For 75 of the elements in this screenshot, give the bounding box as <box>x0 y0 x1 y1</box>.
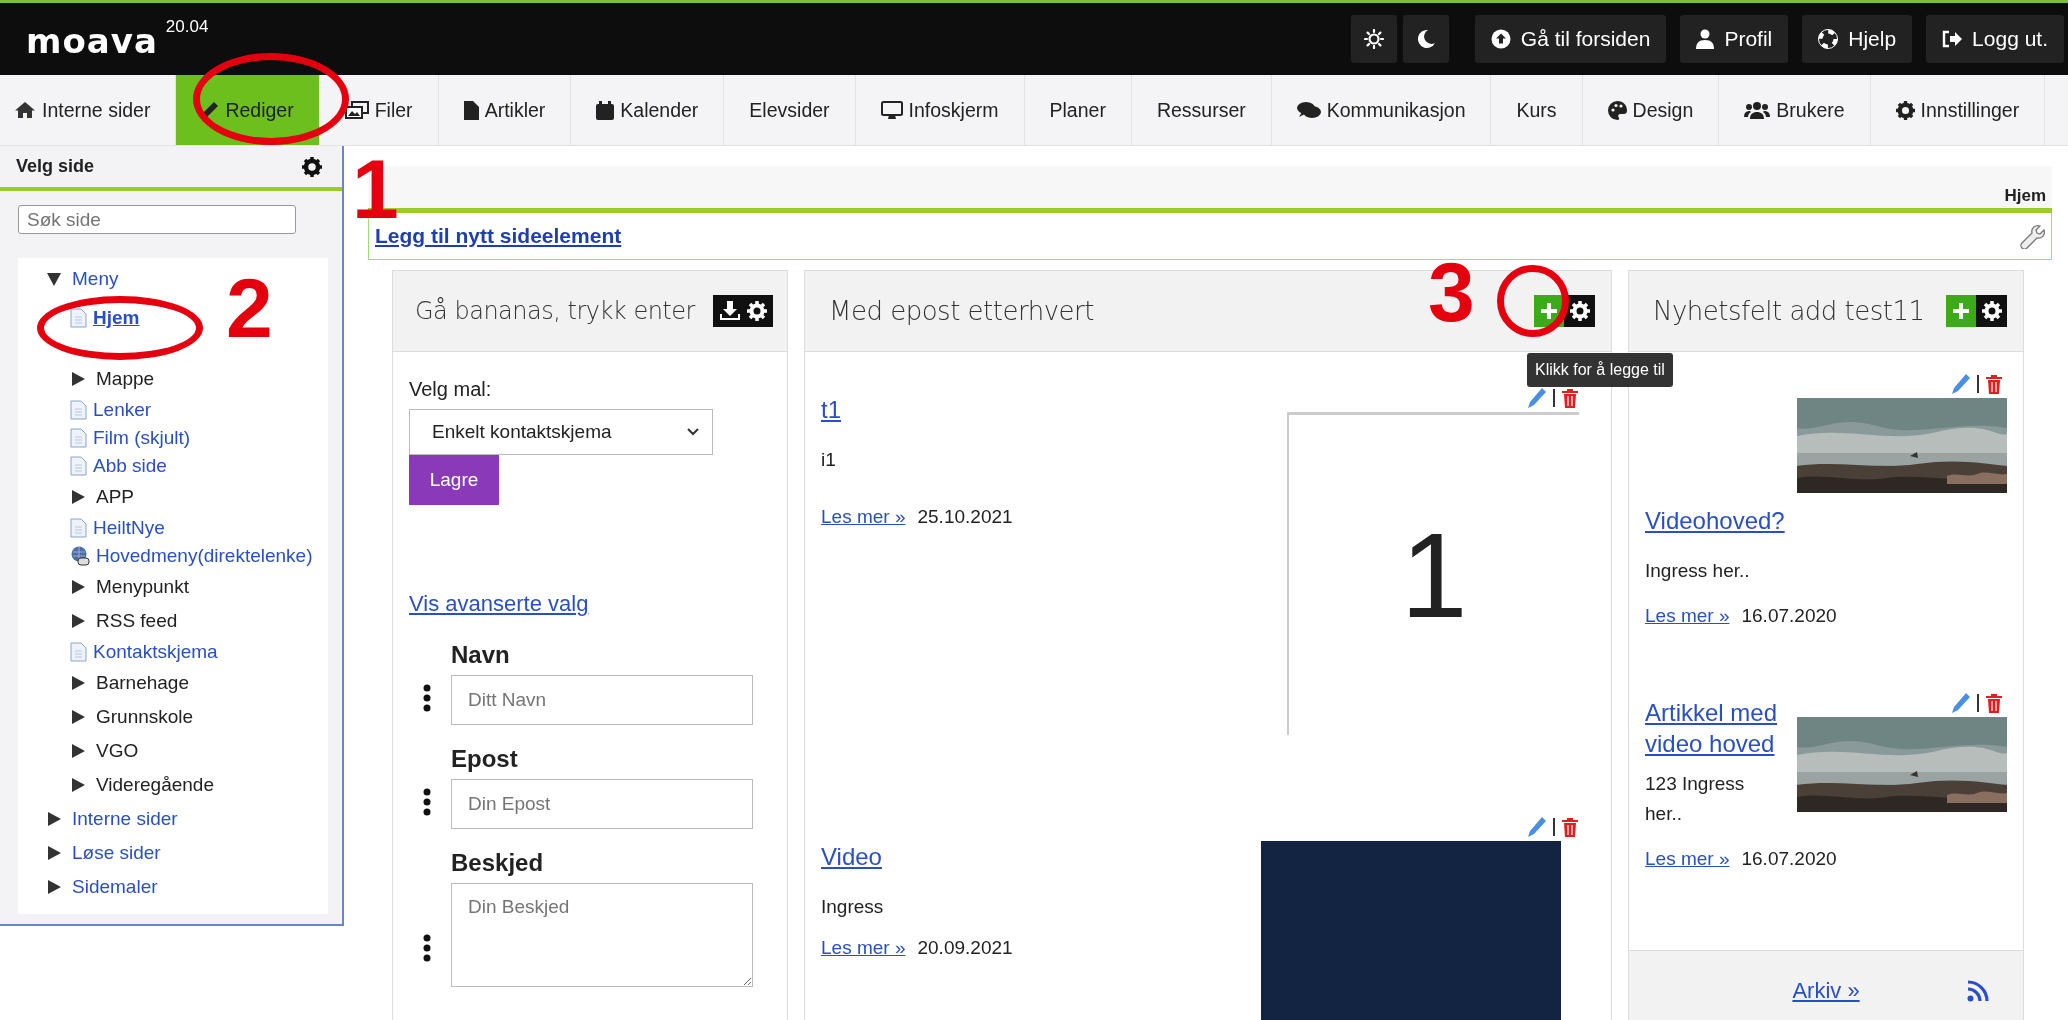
read-more-link[interactable]: Les mer » <box>1645 604 1730 627</box>
logo[interactable]: moava <box>26 21 158 61</box>
input-field[interactable]: Ditt Navn <box>451 675 753 725</box>
tree-item[interactable]: Mappe <box>96 368 155 390</box>
tree-item[interactable]: Grunnskole <box>96 706 194 728</box>
template-label: Velg mal: <box>409 378 492 401</box>
nav-tab[interactable]: Kurs <box>1491 75 1583 145</box>
nav-tab[interactable]: Infoskjerm <box>855 75 1025 145</box>
article-date: 20.09.2021 <box>917 936 1013 959</box>
nav-tab[interactable]: Innstillinger <box>1870 75 2046 145</box>
read-more-link[interactable]: Les mer » <box>1645 847 1730 870</box>
tree-item[interactable]: Menypunkt <box>96 576 189 598</box>
template-select[interactable]: Enkelt kontaktskjema <box>409 409 713 455</box>
annotation-number: 2 <box>226 266 273 350</box>
nav-tab[interactable]: Kalender <box>571 75 725 145</box>
tree-item[interactable]: Interne sider <box>72 808 178 830</box>
column-title: Gå bananas, trykk enter <box>415 297 695 325</box>
article-ingress: 123 Ingress her.. <box>1645 771 1746 827</box>
read-more-link[interactable]: Les mer » <box>821 505 906 528</box>
top-bar-button[interactable]: Gå til forsiden <box>1474 15 1667 63</box>
tree-item[interactable]: Kontaktskjema <box>93 641 218 663</box>
article-date: 16.07.2020 <box>1741 604 1837 627</box>
annotation-number: 3 <box>1428 250 1475 334</box>
message-field[interactable]: Din Beskjed <box>451 883 753 987</box>
tree-item[interactable]: VGO <box>96 740 139 762</box>
nav-tab[interactable]: Brukere <box>1719 75 1871 145</box>
top-bar-button[interactable]: Logg ut. <box>1926 15 2064 63</box>
nav-tab[interactable]: Rediger <box>176 75 320 145</box>
top-bar-button[interactable]: Profil <box>1680 15 1789 63</box>
input-field[interactable]: Din Epost <box>451 779 753 829</box>
version-label: 20.04 <box>165 17 209 37</box>
tree-item[interactable]: Løse sider <box>72 842 161 864</box>
tree-item[interactable]: RSS feed <box>96 610 178 632</box>
column-title: Nyhetsfelt add test11 <box>1653 296 1925 326</box>
tree-item[interactable]: Lenker <box>93 399 152 421</box>
nav-tab[interactable]: Kommunikasjon <box>1271 75 1492 145</box>
article-title-link[interactable]: Video <box>821 841 1595 873</box>
nav-tab[interactable]: Design <box>1582 75 1720 145</box>
top-bar-button[interactable]: Hjelp <box>1802 15 1913 63</box>
field-label: Navn <box>451 641 511 669</box>
article-ingress: i1 <box>821 448 837 473</box>
tree-item[interactable]: Barnehage <box>96 672 189 694</box>
page-title: Hjem <box>2004 186 2046 207</box>
tree-item[interactable]: HeiltNye <box>93 517 165 539</box>
read-more-link[interactable]: Les mer » <box>821 936 906 959</box>
article-title-link[interactable]: Artikkel med video hoved <box>1645 696 2007 759</box>
nav-tab[interactable]: Elevsider <box>724 75 856 145</box>
tree-item[interactable]: Meny <box>72 268 119 290</box>
tree-item[interactable]: Abb side <box>93 455 167 477</box>
nav-tab[interactable]: Artikler <box>438 75 572 145</box>
tree-item[interactable]: Film (skjult) <box>93 427 191 449</box>
search-field[interactable]: Søk side <box>18 205 296 234</box>
tree-item[interactable]: Hovedmeny(direktelenke) <box>96 545 313 567</box>
column-title: Med epost etterhvert <box>829 296 1094 326</box>
number-image: 1 <box>1287 412 1579 735</box>
nav-tab[interactable]: Filer <box>319 75 439 145</box>
field-label: Epost <box>451 745 519 773</box>
add-element-link[interactable]: Legg til nytt sideelement <box>375 224 622 248</box>
advanced-options-link[interactable]: Vis avanserte valg <box>409 591 589 617</box>
article-date: 16.07.2020 <box>1741 847 1837 870</box>
sidebar-title: Velg side <box>16 156 95 177</box>
nav-tab[interactable]: Planer <box>1024 75 1132 145</box>
tree-item[interactable]: Hjem <box>93 307 140 329</box>
article-ingress: Ingress her.. <box>1645 559 1751 584</box>
archive-link[interactable]: Arkiv » <box>1792 978 1860 1004</box>
nav-tab[interactable]: Ressurser <box>1131 75 1272 145</box>
article-title-link[interactable]: Videohoved? <box>1645 493 2007 537</box>
article-ingress: Ingress <box>821 895 885 920</box>
article-date: 25.10.2021 <box>917 505 1013 528</box>
tree-item[interactable]: APP <box>96 486 135 508</box>
tree-item[interactable]: Videregående <box>96 774 214 796</box>
tree-item[interactable]: Sidemaler <box>72 876 158 898</box>
field-label: Beskjed <box>451 849 545 877</box>
tooltip: Klikk for å legge til <box>1527 353 1673 387</box>
save-button[interactable]: Lagre <box>409 455 499 505</box>
